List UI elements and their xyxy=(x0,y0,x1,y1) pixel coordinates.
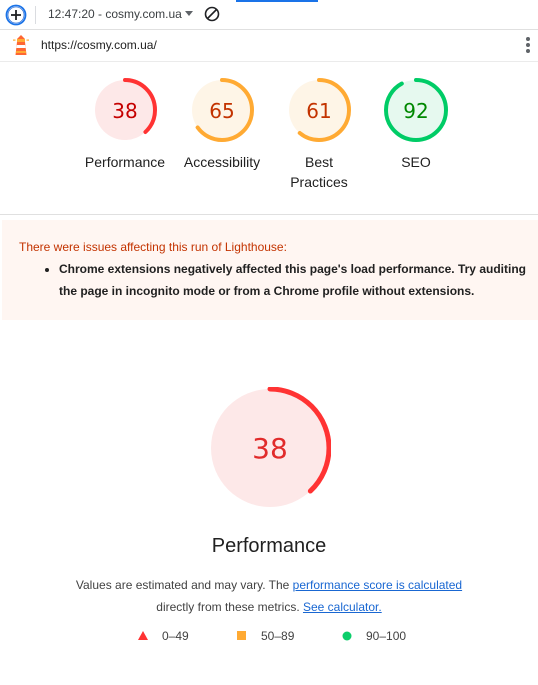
score-gauge: 38 xyxy=(93,78,157,142)
gauge-label: Accessibility xyxy=(183,154,261,170)
performance-gauge: 38 xyxy=(209,387,331,509)
gauge-score: 38 xyxy=(112,99,137,123)
performance-score: 38 xyxy=(252,432,288,465)
lighthouse-icon xyxy=(13,35,29,55)
report-selector[interactable]: 12:47:20 - cosmy.com.ua xyxy=(48,7,182,21)
performance-title: Performance xyxy=(211,535,327,557)
legend-range: 50–89 xyxy=(261,629,295,643)
run-warnings: There were issues affecting this run of … xyxy=(2,220,538,320)
lighthouse-report: 12:47:20 - cosmy.com.ua https://cosmy.co… xyxy=(0,0,538,685)
desc-text: Values are estimated and may vary. The xyxy=(75,578,293,592)
toolbar-separator xyxy=(35,6,36,24)
gauge-accessibility[interactable]: 65 Accessibility xyxy=(172,78,272,172)
gauge-score: 92 xyxy=(403,99,428,123)
gauge-score: 65 xyxy=(209,99,234,123)
warning-title: There were issues affecting this run of … xyxy=(19,240,287,254)
warning-item: Chrome extensions negatively affected th… xyxy=(59,258,529,302)
page-url[interactable]: https://cosmy.com.ua/ xyxy=(41,38,157,52)
chevron-down-icon[interactable] xyxy=(185,11,193,16)
kebab-menu-icon[interactable] xyxy=(526,37,530,55)
triangle-icon xyxy=(138,631,148,640)
report-toolbar: 12:47:20 - cosmy.com.ua xyxy=(0,0,538,30)
score-calc-link[interactable]: performance score is calculated xyxy=(293,578,462,592)
plus-circle-icon[interactable] xyxy=(5,4,27,26)
gauge-label: Best Practices xyxy=(269,152,369,192)
gauge-score: 61 xyxy=(306,99,331,123)
performance-description: Values are estimated and may vary. The p… xyxy=(0,574,538,618)
gauge-performance[interactable]: 38 Performance xyxy=(75,78,175,172)
desc-text-2: directly from these metrics. xyxy=(156,600,303,614)
see-calculator-link[interactable]: See calculator. xyxy=(303,600,382,614)
circle-icon xyxy=(342,631,352,641)
gauge-label: SEO xyxy=(401,154,431,170)
legend-range: 90–100 xyxy=(366,629,407,643)
score-gauge: 61 xyxy=(287,78,351,142)
square-icon xyxy=(237,631,246,640)
block-icon[interactable] xyxy=(204,6,220,22)
gauge-label-line2: Practices xyxy=(290,174,348,190)
url-bar: https://cosmy.com.ua/ xyxy=(0,30,538,62)
legend-range: 0–49 xyxy=(162,629,189,643)
warning-list: Chrome extensions negatively affected th… xyxy=(19,258,529,302)
gauge-label: Performance xyxy=(84,154,166,170)
score-gauge: 92 xyxy=(384,78,448,142)
gauge-label-line1: Best xyxy=(304,154,333,170)
score-gauge: 65 xyxy=(190,78,254,142)
divider xyxy=(0,214,538,215)
toolbar-accent xyxy=(236,0,318,2)
gauge-seo[interactable]: 92 SEO xyxy=(366,78,466,172)
gauge-best-practices[interactable]: 61 Best Practices xyxy=(269,78,369,192)
